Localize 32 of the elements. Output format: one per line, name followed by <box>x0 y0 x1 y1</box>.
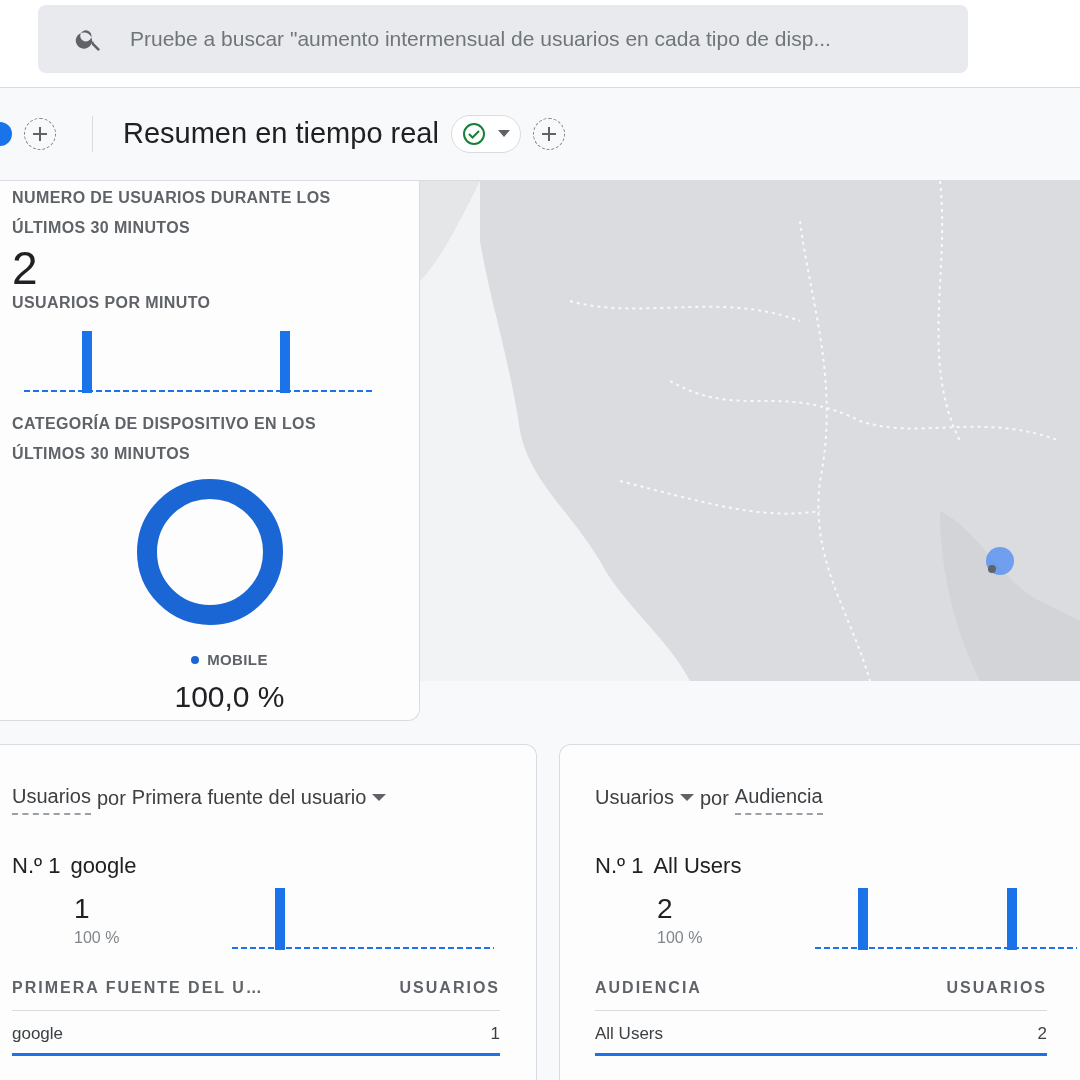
page-title: Resumen en tiempo real <box>123 116 439 152</box>
top-item-name: google <box>70 852 137 880</box>
column-header: USUARIOS <box>946 978 1047 998</box>
table-cell-text: google <box>12 1023 64 1045</box>
search-field[interactable]: Pruebe a buscar "aumento intermensual de usuarios en cada tipo de disp... <box>38 5 968 73</box>
table-cell-text: 1 <box>490 1023 500 1045</box>
status-dropdown[interactable] <box>450 115 521 153</box>
title-text: por <box>699 786 729 811</box>
rank-label: N.º 1 <box>595 852 644 880</box>
section-heading: USUARIOS POR MINUTO <box>12 293 212 313</box>
metric-selector[interactable]: Usuarios <box>595 782 674 814</box>
caret-icon <box>497 130 510 138</box>
section-heading: CATEGORÍA DE DISPOSITIVO EN LOS ÚLTIMOS 30 MINUTOS <box>12 413 317 464</box>
table-cell-text: All Users <box>595 1023 663 1045</box>
legend-value: 100,0 % <box>174 678 285 715</box>
share-value: 100 % <box>74 928 121 948</box>
title-text: por <box>96 786 126 811</box>
column-header: USUARIOS <box>399 978 500 998</box>
dimension-selector[interactable]: Audiencia <box>734 781 823 815</box>
column-header: AUDIENCIA <box>595 978 702 998</box>
column-header: PRIMERA FUENTE DEL U… <box>12 978 264 998</box>
legend-label: MOBILE <box>207 650 268 670</box>
metric-selector[interactable]: Usuarios <box>12 781 91 815</box>
table-cell-text: 2 <box>1037 1023 1047 1045</box>
rank-label: N.º 1 <box>12 852 61 880</box>
dimension-selector[interactable]: Primera fuente del usuario <box>131 782 367 814</box>
section-heading: NUMERO DE USUARIOS DURANTE LOS ÚLTIMOS 30 MINUTOS <box>12 188 332 238</box>
top-item-name: All Users <box>653 852 742 880</box>
share-value: 100 % <box>657 928 704 948</box>
metric-value: 2 <box>12 247 39 289</box>
metric-value: 1 <box>74 892 91 926</box>
metric-value: 2 <box>657 892 674 926</box>
